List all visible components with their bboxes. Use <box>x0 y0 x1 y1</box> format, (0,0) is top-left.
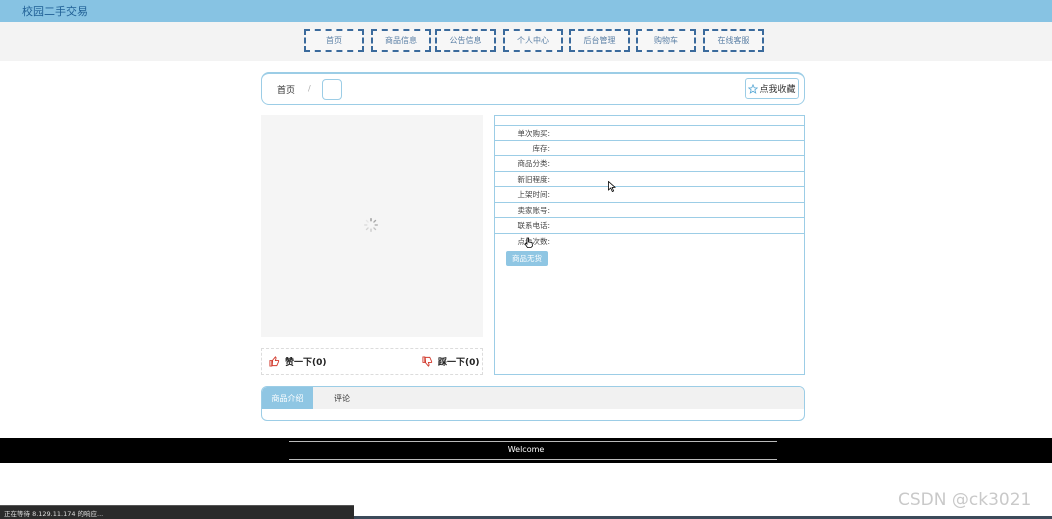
breadcrumb-current[interactable] <box>322 79 342 100</box>
info-row-purchase-limit: 单次购买: <box>495 125 804 140</box>
nav-home[interactable]: 首页 <box>304 29 364 52</box>
product-info-panel: 单次购买: 库存: 商品分类: 新旧程度: 上架时间: 卖家账号: 联系电话: … <box>494 115 805 375</box>
mouse-pointer-icon <box>608 181 616 192</box>
footer-divider-bottom <box>289 459 777 460</box>
like-label: 赞一下(0) <box>285 358 327 368</box>
dislike-button[interactable]: 踩一下(0) <box>422 355 480 368</box>
out-of-stock-button[interactable]: 商品无货 <box>506 251 548 266</box>
top-header: 校园二手交易 <box>0 0 1052 22</box>
like-button[interactable]: 赞一下(0) <box>269 355 327 368</box>
info-label: 新旧程度: <box>517 175 550 184</box>
nav-support[interactable]: 在线客服 <box>703 29 764 52</box>
favorite-button[interactable]: 点我收藏 <box>745 78 799 99</box>
info-label: 单次购买: <box>517 129 550 138</box>
site-title[interactable]: 校园二手交易 <box>22 3 88 19</box>
info-row-phone: 联系电话: <box>495 217 804 232</box>
detail-tabs: 商品介绍 评论 <box>261 386 805 421</box>
csdn-watermark: CSDN @ck3021 <box>898 490 1032 510</box>
browser-status-bar: 正在等待 8.129.11.174 的响应... <box>0 505 354 519</box>
info-row-clicks: 点击次数: <box>495 233 804 248</box>
info-label: 联系电话: <box>517 221 550 230</box>
footer-welcome: Welcome <box>507 445 545 454</box>
thumbs-down-icon <box>422 356 433 367</box>
nav-cart[interactable]: 购物车 <box>636 29 696 52</box>
info-row-condition: 新旧程度: <box>495 171 804 186</box>
info-row-stock: 库存: <box>495 140 804 155</box>
info-row-category: 商品分类: <box>495 155 804 170</box>
breadcrumb: 首页 / 点我收藏 <box>261 72 805 105</box>
tab-comments[interactable]: 评论 <box>320 387 364 409</box>
hand-pointer-icon <box>524 237 533 248</box>
star-outline-icon <box>748 83 759 94</box>
nav-admin[interactable]: 后台管理 <box>569 29 630 52</box>
nav-products[interactable]: 商品信息 <box>371 29 431 52</box>
footer-divider-top <box>289 441 777 442</box>
product-image-area[interactable] <box>261 115 483 337</box>
thumbs-up-icon <box>269 356 280 367</box>
info-label: 库存: <box>532 144 550 153</box>
status-text: 正在等待 8.129.11.174 的响应... <box>4 510 104 518</box>
footer: Welcome <box>0 438 1052 463</box>
breadcrumb-separator: / <box>308 84 311 93</box>
info-label: 上架时间: <box>517 190 550 199</box>
info-label: 商品分类: <box>517 159 550 168</box>
main-nav: 首页 商品信息 公告信息 个人中心 后台管理 购物车 在线客服 <box>0 22 1052 61</box>
breadcrumb-home[interactable]: 首页 <box>277 83 295 96</box>
nav-profile[interactable]: 个人中心 <box>503 29 563 52</box>
info-row-seller-account: 卖家账号: <box>495 202 804 217</box>
spinner-icon <box>364 218 378 232</box>
info-row-listed-time: 上架时间: <box>495 186 804 201</box>
dislike-label: 踩一下(0) <box>438 358 480 368</box>
vote-bar: 赞一下(0) 踩一下(0) <box>261 348 483 375</box>
tab-product-intro[interactable]: 商品介绍 <box>262 387 313 409</box>
favorite-label: 点我收藏 <box>759 85 796 95</box>
info-label: 卖家账号: <box>517 206 550 215</box>
nav-announcements[interactable]: 公告信息 <box>435 29 496 52</box>
